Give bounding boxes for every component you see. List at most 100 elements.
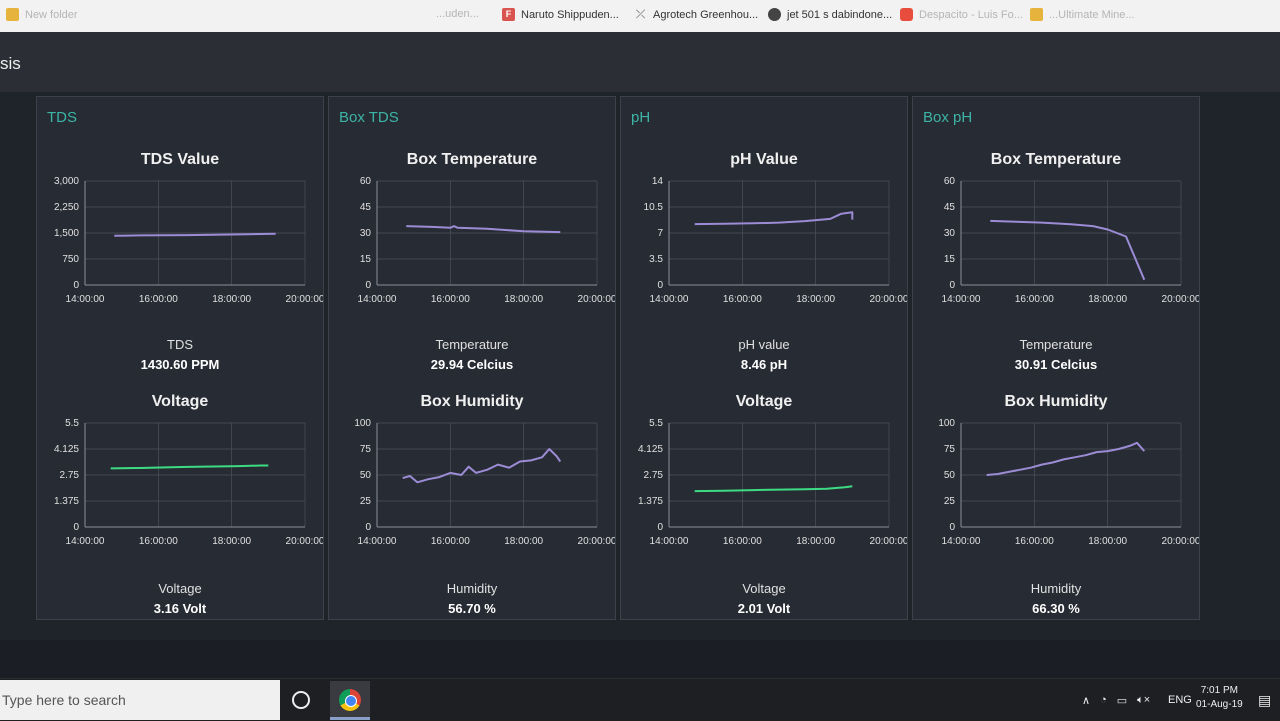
group-box-tds: Box TDS Box Temperature 60 45 30 15 0 14:00:0… bbox=[328, 96, 616, 620]
taskbar-search[interactable] bbox=[0, 680, 280, 720]
x-tick-label: 16:00:00 bbox=[723, 294, 762, 305]
y-tick-label: 30 bbox=[360, 228, 372, 239]
x-tick-label: 14:00:00 bbox=[650, 294, 689, 305]
readout-value: 56.70 % bbox=[448, 601, 496, 616]
y-tick-label: 60 bbox=[360, 176, 372, 187]
box-temperature-chart: Box Temperature 60 45 30 15 0 14:00:00 16:00:0… bbox=[329, 151, 615, 313]
x-tick-label: 16:00:00 bbox=[1015, 536, 1054, 547]
y-tick-label: 7 bbox=[657, 228, 663, 239]
y-tick-label: 1.375 bbox=[54, 496, 79, 507]
chart-title: Box Humidity bbox=[1004, 393, 1108, 410]
x-tick-label: 18:00:00 bbox=[796, 294, 835, 305]
bookmark-folder[interactable]: ...Ultimate Mine... bbox=[1030, 8, 1135, 21]
volume-muted-icon[interactable]: 🔈︎× bbox=[1137, 694, 1150, 707]
clock-date: 01-Aug-19 bbox=[1196, 699, 1243, 710]
x-tick-label: 18:00:00 bbox=[1088, 536, 1127, 547]
ph-readout: pH value 8.46 pH bbox=[621, 337, 907, 372]
y-tick-label: 4.125 bbox=[638, 444, 663, 455]
readout-value: 8.46 pH bbox=[740, 357, 788, 372]
readout-value: 1430.60 PPM bbox=[140, 357, 220, 372]
bookmark-despacito[interactable]: Despacito - Luis Fo... bbox=[900, 8, 1023, 21]
y-tick-label: 0 bbox=[365, 280, 371, 291]
bookmark-jet[interactable]: jet 501 s dabindone... bbox=[768, 8, 892, 21]
readout-label: Humidity bbox=[446, 581, 498, 596]
temperature-readout: Temperature 30.91 Celcius bbox=[913, 337, 1199, 372]
cortana-icon[interactable] bbox=[292, 691, 310, 709]
bookmark-new-folder[interactable]: New folder bbox=[6, 8, 78, 21]
bookmark-naruto[interactable]: F Naruto Shippuden... bbox=[502, 8, 619, 21]
bookmark-label: Naruto Shippuden... bbox=[521, 8, 619, 21]
ph-value-chart-svg: 14 10.5 7 3.5 0 14:00:00 16:00:00 18:00:00 20:00… bbox=[644, 176, 907, 305]
y-tick-label: 5.5 bbox=[65, 418, 79, 429]
y-tick-label: 0 bbox=[73, 522, 79, 533]
language-indicator[interactable]: ENG bbox=[1168, 679, 1192, 721]
tds-value-chart-svg: 3,000 2,250 1,500 750 0 14:00:00 16:00:00 18:00… bbox=[54, 176, 323, 305]
tds-readout: TDS 1430.60 PPM bbox=[37, 337, 323, 372]
clock-time: 7:01 PM bbox=[1200, 685, 1238, 696]
chart-title: Box Temperature bbox=[406, 151, 538, 168]
bookmark-uden[interactable]: ...uden... bbox=[436, 8, 479, 20]
x-tick-label: 20:00:00 bbox=[578, 536, 615, 547]
y-tick-label: 45 bbox=[944, 202, 956, 213]
x-tick-label: 14:00:00 bbox=[358, 294, 397, 305]
x-tick-label: 20:00:00 bbox=[870, 294, 907, 305]
chart-title: Voltage bbox=[735, 393, 793, 410]
bookmark-label: Despacito - Luis Fo... bbox=[919, 8, 1023, 21]
y-tick-label: 5.5 bbox=[649, 418, 663, 429]
y-tick-label: 0 bbox=[365, 522, 371, 533]
y-tick-label: 0 bbox=[949, 280, 955, 291]
y-tick-label: 25 bbox=[944, 496, 956, 507]
humidity-readout: Humidity 56.70 % bbox=[329, 581, 615, 616]
bookmark-label: ...Ultimate Mine... bbox=[1049, 8, 1135, 21]
y-tick-label: 25 bbox=[360, 496, 372, 507]
readout-label: Temperature bbox=[1019, 337, 1093, 352]
folder-icon bbox=[6, 8, 19, 21]
humidity-readout: Humidity 66.30 % bbox=[913, 581, 1199, 616]
clock[interactable]: 7:01 PM 01-Aug-19 bbox=[1196, 677, 1243, 719]
y-tick-label: 100 bbox=[354, 418, 371, 429]
x-tick-label: 16:00:00 bbox=[139, 536, 178, 547]
y-tick-label: 50 bbox=[944, 470, 956, 481]
y-tick-label: 0 bbox=[949, 522, 955, 533]
y-tick-label: 3.5 bbox=[649, 254, 663, 265]
x-tick-label: 18:00:00 bbox=[796, 536, 835, 547]
readout-value: 3.16 Volt bbox=[153, 601, 207, 616]
y-tick-label: 30 bbox=[944, 228, 956, 239]
readout-value: 2.01 Volt bbox=[737, 601, 791, 616]
page-title: sis bbox=[0, 54, 21, 73]
wifi-icon[interactable]: ◔ bbox=[1100, 694, 1107, 706]
y-tick-label: 10.5 bbox=[644, 202, 664, 213]
readout-label: pH value bbox=[738, 337, 790, 352]
series-line bbox=[986, 441, 1146, 476]
f-app-icon: F bbox=[502, 8, 515, 21]
notification-icon[interactable]: ▤ bbox=[1258, 679, 1271, 721]
ph-value-chart: pH Value 14 10.5 7 3.5 0 14:00:00 16:00:00 18:0… bbox=[621, 151, 907, 313]
x-tick-label: 20:00:00 bbox=[286, 294, 323, 305]
chevron-up-icon[interactable]: ∧ bbox=[1082, 694, 1090, 707]
x-tick-label: 14:00:00 bbox=[66, 294, 105, 305]
box-temperature-chart: Box Temperature 60 45 30 15 0 14:00:00 16:00:0… bbox=[913, 151, 1199, 313]
language-label: ENG bbox=[1168, 694, 1192, 706]
voltage-chart: Voltage 5.5 4.125 2.75 1.375 0 14:00:00 16:00:… bbox=[621, 393, 907, 555]
series-line bbox=[694, 211, 854, 226]
readout-label: Temperature bbox=[435, 337, 509, 352]
y-tick-label: 100 bbox=[938, 418, 955, 429]
box-humidity-chart-svg: 100 75 50 25 0 14:00:00 16:00:00 18:00:00 20:00:… bbox=[938, 418, 1199, 547]
bookmark-label: ...uden... bbox=[436, 8, 479, 20]
y-tick-label: 1.375 bbox=[638, 496, 663, 507]
x-tick-label: 16:00:00 bbox=[723, 536, 762, 547]
temperature-readout: Temperature 29.94 Celcius bbox=[329, 337, 615, 372]
search-input[interactable] bbox=[0, 691, 264, 709]
battery-icon[interactable]: ▭ bbox=[1117, 694, 1127, 707]
x-tick-label: 20:00:00 bbox=[1162, 294, 1199, 305]
x-tick-label: 20:00:00 bbox=[1162, 536, 1199, 547]
folder-icon bbox=[1030, 8, 1043, 21]
chrome-taskbar-button[interactable] bbox=[330, 681, 370, 719]
box-humidity-chart: Box Humidity 100 75 50 25 0 14:00:00 16:00:00 1… bbox=[329, 393, 615, 555]
y-tick-label: 45 bbox=[360, 202, 372, 213]
bookmark-label: New folder bbox=[25, 8, 78, 21]
dashboard: TDS TDS Value 3,000 2,250 1,500 750 0 14:00:0… bbox=[0, 92, 1280, 640]
y-tick-label: 15 bbox=[944, 254, 956, 265]
y-tick-label: 3,000 bbox=[54, 176, 79, 187]
bookmark-agrotech[interactable]: ⤫ Agrotech Greenhou... bbox=[634, 8, 759, 21]
